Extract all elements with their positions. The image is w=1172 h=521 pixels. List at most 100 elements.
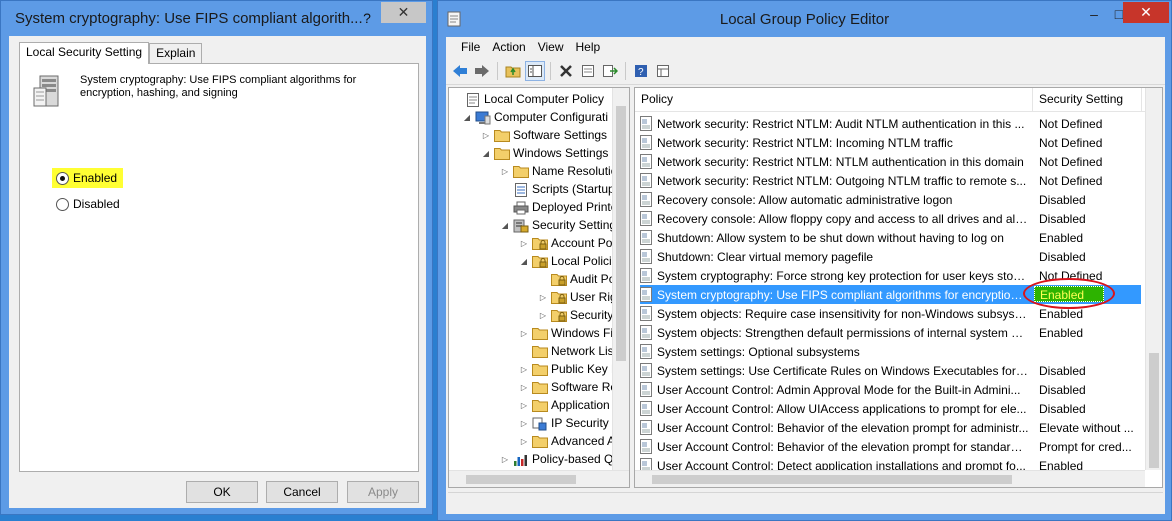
expand-arrow-icon[interactable]: ▷ [519, 383, 529, 392]
help-icon[interactable]: ? [354, 7, 380, 29]
expand-arrow-icon[interactable]: ▷ [500, 455, 510, 464]
tree-hscroll-thumb[interactable] [466, 475, 576, 484]
table-row[interactable]: Shutdown: Clear virtual memory pagefile D… [635, 247, 1145, 266]
table-row[interactable]: System settings: Use Certificate Rules o… [635, 361, 1145, 380]
table-row[interactable]: System settings: Optional subsystems [635, 342, 1145, 361]
table-row[interactable]: User Account Control: Behavior of the el… [635, 437, 1145, 456]
menu-action[interactable]: Action [486, 40, 531, 54]
column-header-policy[interactable]: Policy [641, 92, 673, 106]
list-vertical-scrollbar[interactable] [1145, 88, 1162, 470]
table-row[interactable]: User Account Control: Allow UIAccess app… [635, 399, 1145, 418]
tree-vertical-scrollbar[interactable] [612, 88, 629, 471]
tree-node[interactable]: ▷ Account Pol [519, 234, 615, 252]
tree-node[interactable]: ▷ User Righ [538, 288, 623, 306]
close-icon[interactable]: ✕ [381, 2, 426, 23]
table-row[interactable]: System objects: Strengthen default permi… [635, 323, 1145, 342]
table-row[interactable]: Network security: Restrict NTLM: NTLM au… [635, 152, 1145, 171]
expand-arrow-icon[interactable]: ▷ [500, 167, 510, 176]
collapse-arrow-icon[interactable]: ◢ [481, 149, 491, 158]
tree-node[interactable]: Local Computer Policy [452, 90, 604, 108]
disabled-radio[interactable] [56, 197, 69, 211]
tree-node[interactable]: ▷ Software Settings [481, 126, 607, 144]
delete-icon[interactable] [556, 61, 576, 81]
tree-node[interactable]: ◢ Computer Configurati [462, 108, 608, 126]
column-header-security-setting[interactable]: Security Setting [1039, 92, 1123, 106]
table-row[interactable]: Network security: Restrict NTLM: Audit N… [635, 114, 1145, 133]
export-list-icon[interactable] [600, 61, 620, 81]
tree-node[interactable]: Audit Po [538, 270, 615, 288]
list-horizontal-scrollbar[interactable] [635, 470, 1145, 487]
close-window-icon[interactable]: ✕ [1123, 2, 1169, 23]
help-book-icon[interactable]: ? [631, 61, 651, 81]
table-row[interactable]: Network security: Restrict NTLM: Incomin… [635, 133, 1145, 152]
minimize-icon[interactable]: – [1082, 3, 1106, 25]
collapse-arrow-icon[interactable]: ◢ [519, 257, 529, 266]
policy-description: System cryptography: Use FIPS compliant … [80, 74, 357, 99]
tree-node[interactable]: ▷ Policy-based Qo [500, 450, 620, 468]
up-folder-icon[interactable] [503, 61, 523, 81]
tab-explain[interactable]: Explain [149, 43, 203, 64]
tree-node[interactable]: Network List [519, 342, 617, 360]
expand-arrow-icon[interactable]: ▷ [519, 401, 529, 410]
enabled-radio[interactable] [56, 171, 69, 185]
forward-arrow-icon[interactable] [472, 61, 492, 81]
tree-node[interactable]: ▷ Name Resolutio [500, 162, 617, 180]
tree-node[interactable]: ▷ Public Key P [519, 360, 619, 378]
tree-node[interactable]: ◢ Local Policie [519, 252, 618, 270]
table-row[interactable]: User Account Control: Behavior of the el… [635, 418, 1145, 437]
security-setting-cell: Enabled [1039, 326, 1084, 340]
table-row[interactable]: System cryptography: Use FIPS compliant … [640, 278, 1141, 309]
tree-node[interactable]: ◢ Windows Settings [481, 144, 608, 162]
properties-icon[interactable] [578, 61, 598, 81]
column-divider[interactable] [1032, 88, 1033, 112]
tree-node[interactable]: ▷ Application [519, 396, 610, 414]
table-row[interactable]: Recovery console: Allow automatic admini… [635, 190, 1145, 209]
tree-node-label: Account Pol [551, 236, 616, 250]
policy-name-cell: Network security: Restrict NTLM: NTLM au… [657, 155, 1024, 169]
expand-arrow-icon[interactable]: ▷ [519, 365, 529, 374]
tree-node[interactable]: ▷ Advanced A [519, 432, 615, 450]
table-row[interactable]: User Account Control: Admin Approval Mod… [635, 380, 1145, 399]
table-row[interactable]: System objects: Require case insensitivi… [635, 304, 1145, 323]
tree-node[interactable]: ▷ Security [538, 306, 613, 324]
collapse-arrow-icon[interactable]: ◢ [500, 221, 510, 230]
expand-arrow-icon[interactable]: ▷ [519, 437, 529, 446]
apply-button[interactable]: Apply [347, 481, 419, 503]
tree-horizontal-scrollbar[interactable] [449, 470, 629, 487]
dialog-titlebar[interactable]: System cryptography: Use FIPS compliant … [1, 1, 432, 36]
tree-node[interactable]: Scripts (Startup/ [500, 180, 618, 198]
tab-local-security-setting[interactable]: Local Security Setting [19, 42, 150, 64]
table-row[interactable]: Recovery console: Allow floppy copy and … [635, 209, 1145, 228]
menu-view[interactable]: View [532, 40, 570, 54]
enabled-radio-option[interactable]: Enabled [52, 168, 124, 188]
details-view-icon[interactable] [653, 61, 673, 81]
back-arrow-icon[interactable] [450, 61, 470, 81]
tree-node[interactable]: ◢ Security Setting [500, 216, 616, 234]
collapse-arrow-icon[interactable]: ◢ [462, 113, 472, 122]
expand-arrow-icon[interactable]: ▷ [519, 419, 529, 428]
menu-file[interactable]: File [455, 40, 486, 54]
tree-node[interactable]: ▷ IP Security P [519, 414, 620, 432]
list-hscroll-thumb[interactable] [652, 475, 1012, 484]
column-divider[interactable] [1141, 88, 1142, 112]
expand-arrow-icon[interactable]: ▷ [538, 293, 548, 302]
gpe-titlebar[interactable]: Local Group Policy Editor – □ ✕ [438, 1, 1171, 37]
table-row[interactable]: Network security: Restrict NTLM: Outgoin… [635, 171, 1145, 190]
menu-help[interactable]: Help [570, 40, 607, 54]
expand-arrow-icon[interactable]: ▷ [519, 239, 529, 248]
tree-node[interactable]: ▷ Software Res [519, 378, 623, 396]
show-hide-tree-icon[interactable] [525, 60, 545, 81]
expand-arrow-icon[interactable]: ▷ [481, 131, 491, 140]
console-tree[interactable]: Local Computer Policy ◢ Computer Configura… [448, 87, 630, 488]
expand-arrow-icon[interactable]: ▷ [519, 329, 529, 338]
list-scroll-thumb[interactable] [1149, 353, 1159, 468]
policy-list[interactable]: Policy Security Setting Network security… [634, 87, 1163, 488]
tree-node[interactable]: ▷ Windows Fir [519, 324, 617, 342]
expand-arrow-icon[interactable]: ▷ [538, 311, 548, 320]
cancel-button[interactable]: Cancel [266, 481, 338, 503]
table-row[interactable]: Shutdown: Allow system to be shut down w… [635, 228, 1145, 247]
tree-node[interactable]: Deployed Printe [500, 198, 617, 216]
ok-button[interactable]: OK [186, 481, 258, 503]
tree-scroll-thumb[interactable] [616, 106, 626, 361]
disabled-radio-option[interactable]: Disabled [52, 194, 126, 214]
